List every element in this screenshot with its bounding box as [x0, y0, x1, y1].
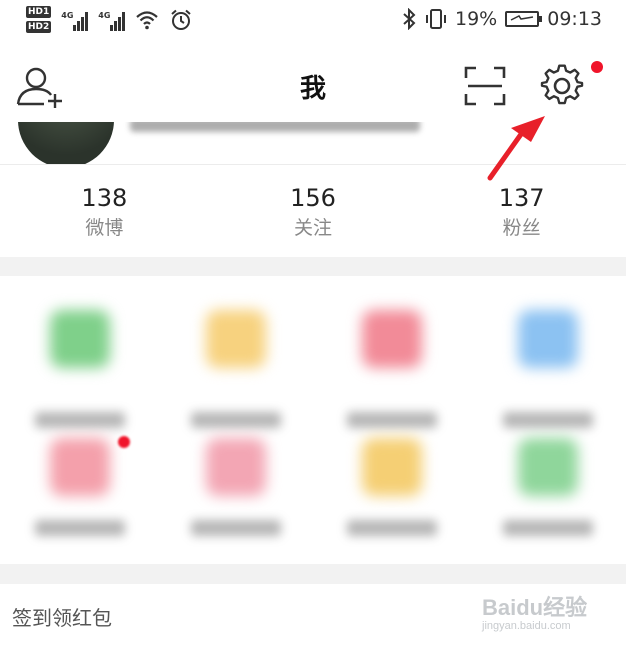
grid-item-label — [347, 412, 437, 428]
grid-item-icon — [50, 438, 110, 496]
alarm-icon — [171, 9, 191, 30]
grid-item-icon — [518, 310, 578, 368]
stat-posts[interactable]: 138 微博 — [0, 170, 209, 254]
bluetooth-icon — [403, 8, 416, 30]
clock: 09:13 — [547, 8, 602, 30]
grid-item[interactable] — [0, 304, 156, 444]
watermark-url: jingyan.baidu.com — [482, 620, 571, 632]
grid-item-icon — [206, 438, 266, 496]
grid-item[interactable] — [468, 432, 624, 572]
hd1-badge: HD1 — [26, 6, 52, 18]
watermark-brand: Baidu经验 — [482, 595, 588, 620]
grid-item[interactable] — [312, 304, 468, 444]
grid-item-label — [191, 520, 281, 536]
grid-item[interactable] — [468, 304, 624, 444]
stat-following-value: 156 — [290, 184, 336, 212]
profile-header[interactable] — [0, 122, 626, 164]
checkin-label: 签到领红包 — [12, 606, 112, 630]
divider — [0, 164, 626, 165]
title-bar: 我 — [0, 50, 626, 122]
avatar[interactable] — [18, 122, 114, 164]
grid-item-icon — [206, 310, 266, 368]
wifi-icon — [136, 10, 159, 29]
signal-icon-2: 4G — [98, 9, 126, 31]
status-bar: HD1 HD2 4G 4G 19% 09:13 — [0, 0, 626, 44]
battery-icon — [505, 11, 543, 27]
grid-item[interactable] — [156, 304, 312, 444]
vibrate-icon — [426, 9, 446, 29]
grid-item[interactable] — [156, 432, 312, 572]
grid-item-label — [191, 412, 281, 428]
feature-grid-blurred — [0, 276, 626, 564]
watermark: Baidu经验 jingyan.baidu.com — [480, 586, 626, 646]
hd2-badge: HD2 — [26, 21, 52, 33]
grid-item-label — [503, 520, 593, 536]
scan-icon[interactable] — [464, 66, 506, 106]
grid-item-icon — [362, 310, 422, 368]
grid-item[interactable] — [312, 432, 468, 572]
section-divider — [0, 257, 626, 276]
settings-notification-dot — [591, 61, 603, 73]
stat-followers[interactable]: 137 粉丝 — [417, 170, 626, 254]
stat-posts-value: 138 — [81, 184, 128, 212]
grid-item-icon — [50, 310, 110, 368]
grid-item[interactable] — [0, 432, 156, 572]
battery-percent: 19% — [455, 8, 498, 30]
section-divider — [0, 564, 626, 584]
grid-item-label — [35, 520, 125, 536]
grid-item-icon — [362, 438, 422, 496]
profile-bio-blurred — [130, 122, 420, 132]
settings-icon[interactable] — [540, 64, 584, 108]
stat-followers-label: 粉丝 — [502, 217, 541, 239]
grid-item-badge — [118, 436, 130, 448]
grid-item-label — [503, 412, 593, 428]
profile-stats: 138 微博 156 关注 137 粉丝 — [0, 170, 626, 254]
grid-item-label — [347, 520, 437, 536]
grid-item-icon — [518, 438, 578, 496]
grid-item-label — [35, 412, 125, 428]
stat-following[interactable]: 156 关注 — [209, 170, 418, 254]
hd-indicators: HD1 HD2 — [26, 6, 52, 33]
stat-posts-label: 微博 — [85, 217, 124, 239]
stat-following-label: 关注 — [293, 217, 332, 239]
signal-icon: 4G — [61, 9, 89, 31]
stat-followers-value: 137 — [498, 184, 545, 212]
page-title: 我 — [299, 74, 326, 104]
